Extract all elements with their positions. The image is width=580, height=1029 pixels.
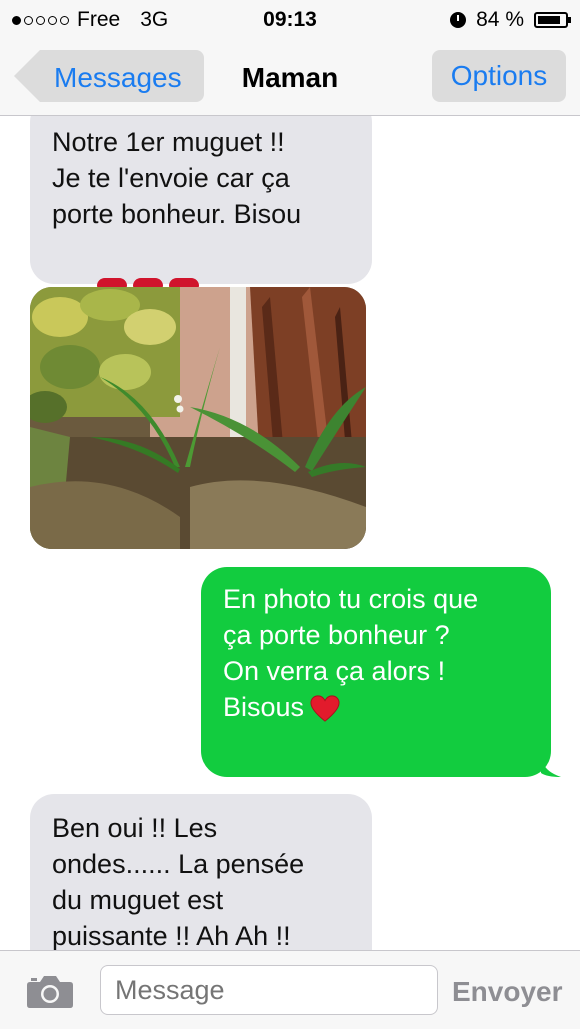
message-line: Je te l'envoie car ça [52, 163, 290, 193]
status-right: 84 % [450, 8, 571, 32]
camera-icon[interactable] [26, 973, 74, 1009]
message-line: du muguet est [52, 885, 224, 915]
message-text: Bisous [223, 692, 305, 722]
message-line: porte bonheur. Bisou [52, 199, 302, 229]
incoming-message-bubble[interactable]: Ben oui !! Les ondes...... La pensée du … [30, 794, 372, 950]
bubble-tail [18, 531, 38, 551]
options-button[interactable]: Options [432, 50, 566, 102]
message-input[interactable] [100, 965, 438, 1015]
incoming-message-bubble[interactable]: Notre 1er muguet !! Je te l'envoie car ç… [30, 116, 372, 298]
send-button[interactable]: Envoyer [452, 976, 563, 1008]
status-bar: Free 3G 09:13 84 % [0, 0, 580, 40]
lily-of-the-valley-photo [30, 287, 366, 549]
message-line: En photo tu crois que [223, 584, 479, 614]
message-line: puissante !! Ah Ah !! [52, 921, 291, 950]
message-line: Bisous [223, 689, 529, 725]
message-line: ça porte bonheur ? [223, 620, 450, 650]
message-line: ondes...... La pensée [52, 849, 305, 879]
message-thread[interactable]: Notre 1er muguet !! Je te l'envoie car ç… [0, 116, 580, 950]
message-line: Notre 1er muguet !! [52, 127, 285, 157]
alarm-icon [450, 12, 467, 28]
outgoing-message-bubble[interactable]: En photo tu crois que ça porte bonheur ?… [201, 567, 551, 777]
heart-emoji-icon [310, 695, 340, 722]
navigation-bar: Messages Maman Options [0, 40, 580, 116]
message-line: Ben oui !! Les [52, 813, 218, 843]
battery-level [538, 16, 560, 24]
battery-icon [534, 12, 571, 28]
compose-bar: Envoyer [0, 950, 580, 1029]
message-line: On verra ça alors ! [223, 656, 446, 686]
battery-percent: 84 % [476, 8, 524, 31]
photo-message[interactable] [30, 287, 366, 549]
outgoing-bubble-tail [541, 757, 561, 777]
